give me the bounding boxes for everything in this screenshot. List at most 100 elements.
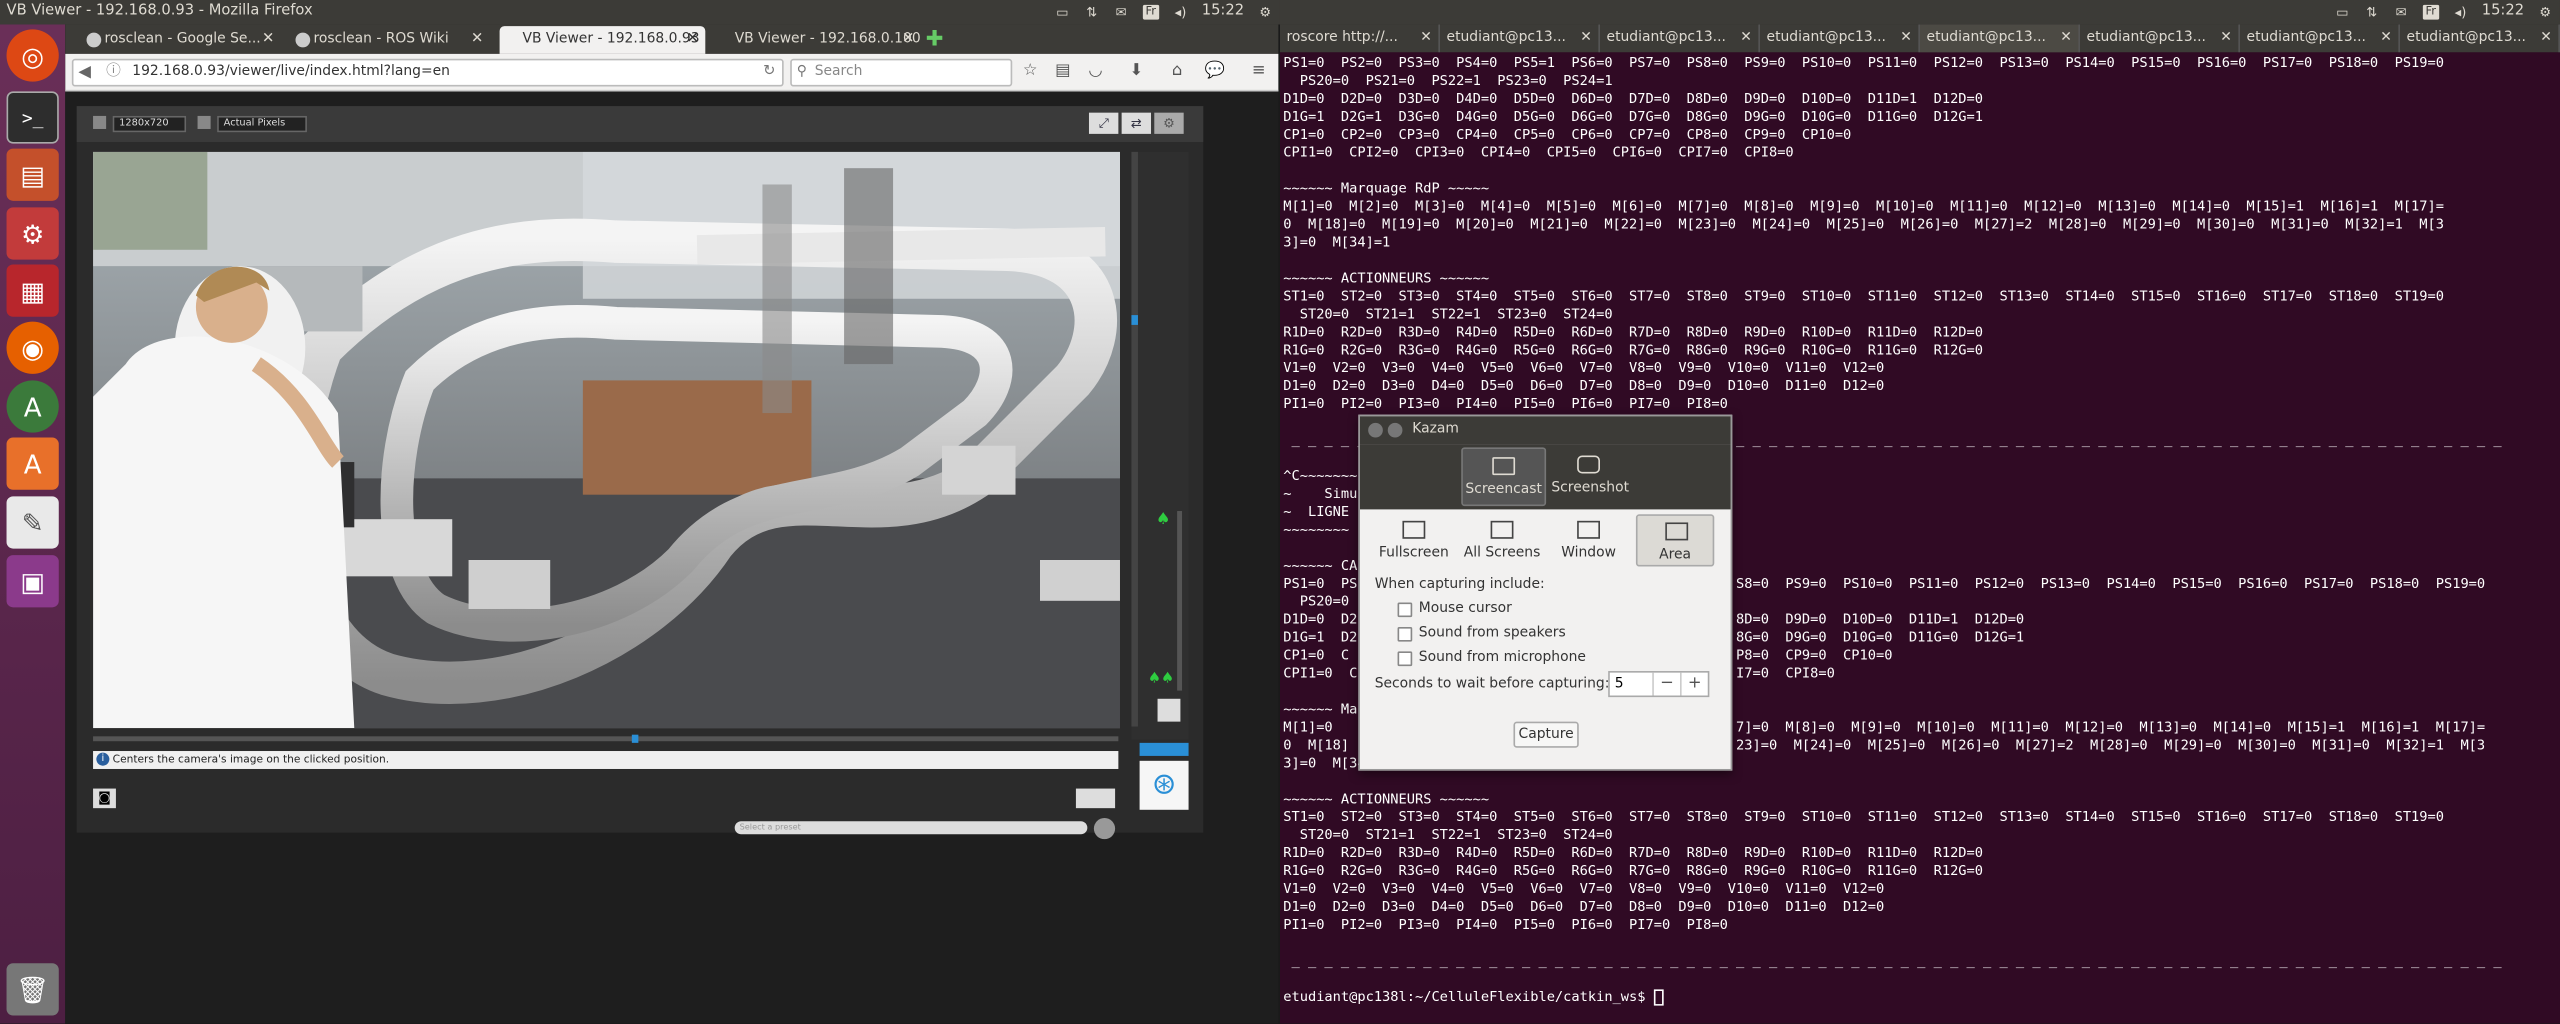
new-tab-button[interactable]: ✚ [926,26,949,54]
settings-icon[interactable]: ⚙ [6,207,59,260]
screencast-button[interactable]: Screencast [1461,447,1547,507]
menu-icon[interactable]: ≡ [1247,60,1270,83]
firefox-icon[interactable]: ◉ [6,321,59,374]
terminal-tab[interactable]: etudiant@pc13... ✕ [1600,24,1760,53]
volume-icon[interactable]: ◂) [2452,5,2468,20]
terminal-tab[interactable]: etudiant@pc13... ✕ [2400,24,2560,53]
keyboard-layout[interactable]: Fr [2422,4,2440,20]
url-bar[interactable]: ◀ ⓘ 192.168.0.93/viewer/live/index.html?… [71,58,784,87]
video-icon[interactable]: ▭ [1054,5,1070,20]
download-icon[interactable]: ⬇ [1125,60,1148,83]
tilt-slider[interactable] [1131,151,1138,727]
resolution-select[interactable]: 1280x720 [112,115,187,133]
tab-rosclean-google[interactable]: rosclean - Google Se... ✕ [82,26,281,54]
close-icon[interactable]: ✕ [2060,24,2072,52]
terminal-line: CPI1=0 CPI2=0 CPI3=0 CPI4=0 CPI5=0 CPI6=… [1283,143,1794,160]
swap-icon[interactable]: ⇄ [1121,112,1152,134]
video-icon[interactable]: ▭ [2334,5,2350,20]
bookmark-star-icon[interactable]: ☆ [1019,60,1042,83]
search-input[interactable]: ⚲ Search [790,58,1013,87]
capture-button[interactable]: Capture [1513,721,1579,748]
pan-slider[interactable] [93,734,1119,743]
presentation-icon[interactable]: ▦ [6,264,59,317]
terminal-tab[interactable]: etudiant@pc13... ✕ [2240,24,2400,53]
delay-value: 5 [1614,675,1624,693]
close-icon[interactable] [1368,422,1383,438]
window-icon [1577,520,1600,539]
terminal-tab[interactable]: etudiant@pc13... ✕ [1760,24,1920,53]
pan-slider-handle[interactable] [631,734,639,743]
zoom-slider[interactable] [1177,511,1183,691]
info-icon[interactable]: ⓘ [106,60,121,84]
zoom-in-icon[interactable]: ♠ [1156,511,1171,529]
person-icon[interactable] [1157,698,1181,722]
volume-icon[interactable]: ◂) [1172,5,1188,20]
keyboard-layout[interactable]: Fr [1142,4,1160,20]
screen-recorder-icon[interactable]: ▣ [6,555,59,608]
all-screens-button[interactable]: All Screens [1460,514,1545,566]
mouse-cursor-checkbox[interactable] [1397,602,1413,618]
increment-button[interactable]: + [1679,672,1708,696]
speakers-checkbox[interactable] [1397,626,1413,642]
snapshot-camera-icon[interactable]: ◙ [93,788,116,809]
transfer-icon[interactable]: ⇅ [2364,5,2380,20]
close-icon[interactable]: ✕ [1420,24,1432,52]
microphone-checkbox[interactable] [1397,651,1413,667]
tilt-slider-handle[interactable] [1131,315,1138,325]
minimize-icon[interactable] [1387,422,1403,438]
fullscreen-button[interactable]: Fullscreen [1375,514,1453,566]
terminal-icon[interactable]: >_ [6,91,59,144]
reading-list-icon[interactable]: ▤ [1051,60,1074,83]
window-button[interactable]: Window [1549,514,1627,566]
files-icon[interactable]: ▤ [6,148,59,201]
ptz-target-icon[interactable]: ⊛ [1139,760,1189,810]
mail-icon[interactable]: ✉ [2393,5,2409,20]
terminal-tab[interactable]: etudiant@pc13... ✕ [1440,24,1600,53]
tab-vb-viewer-100[interactable]: VB Viewer - 192.168.0.100 ✕ [712,26,921,54]
gear-icon[interactable]: ⚙ [1257,5,1273,20]
close-icon[interactable]: ✕ [471,26,483,54]
clock[interactable]: 15:22 [1202,0,1244,24]
tab-rosclean-wiki[interactable]: rosclean - ROS Wiki ✕ [291,26,490,54]
fullscreen-icon[interactable]: ⤢ [1088,112,1119,134]
back-icon[interactable]: ◀ [78,60,91,84]
close-icon[interactable]: ✕ [1900,24,1912,52]
zoom-out-icon[interactable]: ♠♠ [1148,671,1174,687]
close-icon[interactable]: ✕ [686,26,698,54]
gear-icon[interactable]: ⚙ [2537,5,2553,20]
close-icon[interactable]: ✕ [262,26,274,54]
terminal-tab-active[interactable]: etudiant@pc13... ✕ [1919,24,2080,53]
terminal-tab-roscore[interactable]: roscore http://... ✕ [1280,24,1440,53]
clock[interactable]: 15:22 [2482,0,2524,24]
go-to-preset-button[interactable] [1093,817,1116,840]
delay-spinner[interactable]: 5 − + [1608,671,1710,698]
preset-select[interactable]: Select a preset [734,821,1088,835]
keyboard-icon[interactable] [1075,788,1116,809]
reload-icon[interactable]: ↻ [763,60,775,84]
font-tool-icon[interactable]: A [6,380,59,433]
screenshot-button[interactable]: Screenshot [1548,447,1633,506]
close-icon[interactable]: ✕ [2220,24,2232,52]
software-center-icon[interactable]: A [6,437,59,490]
close-icon[interactable]: ✕ [2540,24,2552,52]
settings-icon[interactable]: ⚙ [1154,112,1184,134]
close-icon[interactable]: ✕ [902,26,914,54]
trash-icon[interactable]: 🗑 [6,963,59,1016]
preset-view-select[interactable]: Actual Pixels [217,115,307,133]
area-button[interactable]: Area [1635,514,1715,567]
close-icon[interactable]: ✕ [2380,24,2392,52]
terminal-prompt-line[interactable]: etudiant@pc138l:~/CelluleFlexible/catkin… [1283,988,2556,1006]
text-editor-icon[interactable]: ✎ [6,496,59,549]
tab-vb-viewer-93[interactable]: VB Viewer - 192.168.0.93 ✕ [499,26,706,54]
close-icon[interactable]: ✕ [1580,24,1592,52]
decrement-button[interactable]: − [1652,672,1680,696]
chat-icon[interactable]: 💬 [1203,60,1226,83]
terminal-tab[interactable]: etudiant@pc13... ✕ [2080,24,2240,53]
transfer-icon[interactable]: ⇅ [1084,5,1100,20]
mail-icon[interactable]: ✉ [1113,5,1129,20]
home-icon[interactable]: ⌂ [1166,60,1189,83]
camera-image[interactable] [93,151,1120,729]
ubuntu-dash-icon[interactable]: ◎ [6,29,59,82]
close-icon[interactable]: ✕ [1740,24,1752,52]
pocket-icon[interactable]: ◡ [1084,60,1107,83]
